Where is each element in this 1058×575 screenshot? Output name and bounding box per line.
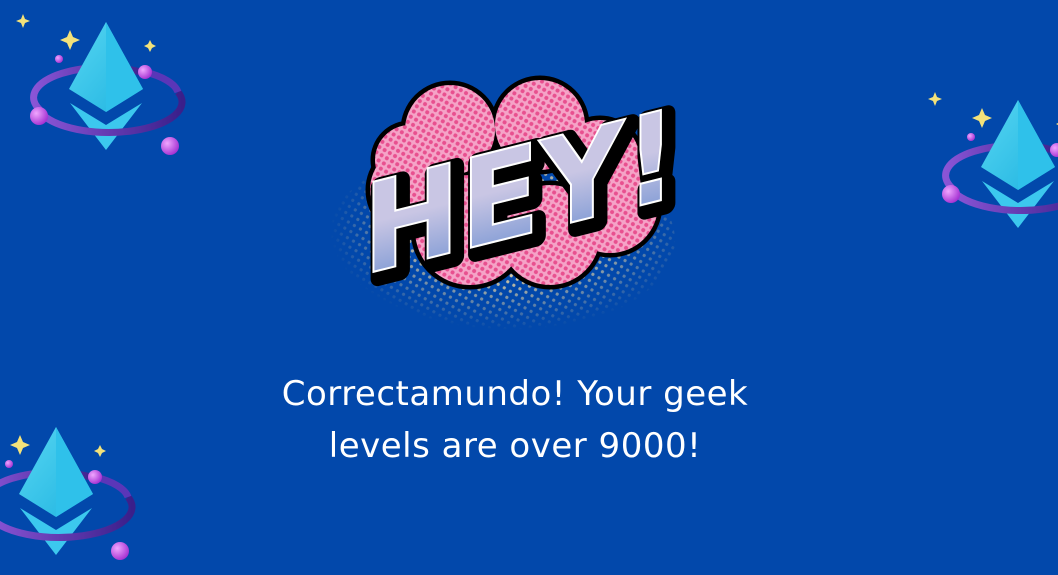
message-line-1: Correctamundo! Your geek [281, 374, 749, 414]
result-message: Correctamundo! Your geek levels are over… [200, 368, 830, 472]
hey-comic-burst: HEY! HEY! [325, 75, 692, 335]
ethereum-icon [0, 405, 150, 575]
ethereum-icon [912, 78, 1058, 248]
ethereum-icon [0, 0, 200, 170]
message-line-2: levels are over 9000! [328, 426, 702, 466]
